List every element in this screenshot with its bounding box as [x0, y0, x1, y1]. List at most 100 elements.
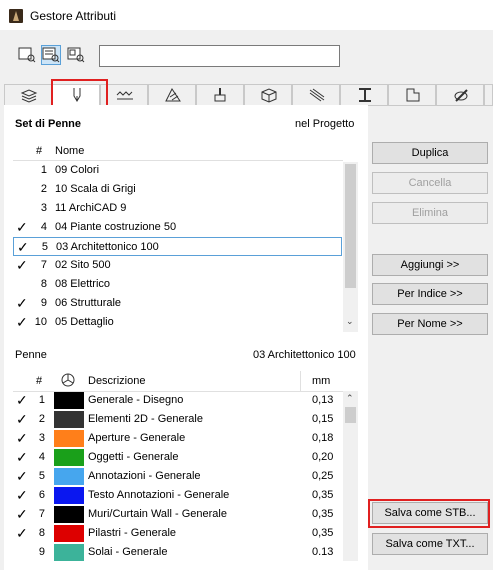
pen-color-swatch[interactable]: [54, 430, 84, 447]
pen-color-swatch[interactable]: [54, 487, 84, 504]
pen-set-name: 02 Sito 500: [55, 259, 111, 271]
pen-checkmark: ✓: [16, 392, 28, 408]
building-material-icon: [261, 88, 277, 103]
by-index-button[interactable]: Per Indice >>: [372, 283, 488, 305]
pen-set-row[interactable]: ✓ 4 04 Piante costruzione 50: [13, 218, 342, 237]
scroll-up-icon[interactable]: ⌃: [346, 393, 354, 404]
tab-composites[interactable]: [292, 84, 340, 105]
pen-sets-label: Set di Penne: [15, 118, 82, 130]
pen-set-row[interactable]: ✓ 7 02 Sito 500: [13, 256, 342, 275]
pen-list: # Descrizione mm ✓ 1 Generale - Disegno 0,1…: [13, 371, 358, 561]
pen-set-index: 2: [40, 183, 47, 195]
pen-set-name: 03 Architettonico 100: [56, 241, 159, 253]
pen-index: 2: [38, 413, 45, 425]
pen-row[interactable]: ✓ 5 Annotazioni - Generale 0,25: [13, 467, 342, 486]
pen-row[interactable]: ✓ 8 Pilastri - Generale 0,35: [13, 524, 342, 543]
tab-layers[interactable]: [4, 84, 52, 105]
pen-set-row[interactable]: 2 10 Scala di Grigi: [13, 180, 342, 199]
pen-row[interactable]: ✓ 7 Muri/Curtain Wall - Generale 0,35: [13, 505, 342, 524]
duplicate-button[interactable]: Duplica: [372, 142, 488, 164]
mercedes-icon[interactable]: [61, 373, 75, 390]
pens-current-set: 03 Architettonico 100: [253, 349, 356, 361]
pen-set-index: 4: [40, 221, 47, 233]
pen-color-swatch[interactable]: [54, 449, 84, 466]
tab-surfaces[interactable]: [196, 84, 244, 105]
pen-description: Solai - Generale: [88, 546, 168, 558]
pen-width-mm: 0,20: [312, 451, 334, 463]
purge-button[interactable]: Elimina: [372, 202, 488, 224]
pen-sets-scope: nel Progetto: [295, 118, 355, 130]
archicad-app-icon: [9, 9, 23, 23]
pen-checkmark: ✓: [16, 525, 28, 541]
line-type-icon: [116, 91, 133, 100]
pen-description: Aperture - Generale: [88, 432, 186, 444]
composite-icon: [309, 88, 325, 102]
pen-row[interactable]: ✓ 3 Aperture - Generale 0,18: [13, 429, 342, 448]
pen-set-name: 04 Piante costruzione 50: [55, 221, 177, 233]
by-name-button[interactable]: Per Nome >>: [372, 313, 488, 335]
pen-color-swatch[interactable]: [54, 392, 84, 409]
pen-description: Muri/Curtain Wall - Generale: [88, 508, 227, 520]
column-header-name[interactable]: Nome: [55, 145, 84, 157]
save-as-txt-button[interactable]: Salva come TXT...: [372, 533, 488, 555]
pen-set-row[interactable]: 8 08 Elettrico: [13, 275, 342, 294]
pen-row[interactable]: ✓ 1 Generale - Disegno 0,13: [13, 391, 342, 410]
pen-checkmark: ✓: [16, 430, 28, 446]
pen-set-name: 08 Elettrico: [55, 278, 111, 290]
pen-set-scrollbar[interactable]: ⌄: [343, 162, 358, 332]
pen-set-scroll-thumb[interactable]: [345, 164, 356, 288]
pen-set-row[interactable]: 3 11 ArchiCAD 9: [13, 199, 342, 218]
search-input[interactable]: [99, 45, 340, 67]
pen-description: Pilastri - Generale: [88, 527, 177, 539]
pen-index: 8: [38, 527, 45, 539]
pen-color-swatch[interactable]: [54, 544, 84, 561]
delete-button[interactable]: Cancella: [372, 172, 488, 194]
pen-scroll-thumb[interactable]: [345, 407, 356, 423]
pen-description: Testo Annotazioni - Generale: [88, 489, 230, 501]
tab-more[interactable]: [484, 84, 493, 105]
pen-color-swatch[interactable]: [54, 411, 84, 428]
window-title: Gestore Attributi: [30, 9, 117, 23]
tab-building-materials[interactable]: [244, 84, 292, 105]
pen-set-row[interactable]: ✓ 5 03 Architettonico 100: [13, 237, 342, 256]
pen-index: 6: [38, 489, 45, 501]
pen-description: Annotazioni - Generale: [88, 470, 201, 482]
pen-width-mm: 0,35: [312, 527, 334, 539]
list-view-icon[interactable]: [17, 45, 37, 65]
tab-zones[interactable]: [388, 84, 436, 105]
pen-row[interactable]: ✓ 6 Testo Annotazioni - Generale 0,35: [13, 486, 342, 505]
pen-row[interactable]: ✓ 4 Oggetti - Generale 0,20: [13, 448, 342, 467]
pen-checkmark: ✓: [16, 411, 28, 427]
title-bar: Gestore Attributi: [0, 0, 493, 30]
pen-color-swatch[interactable]: [54, 525, 84, 542]
pen-color-swatch[interactable]: [54, 468, 84, 485]
pen-checkmark: ✓: [16, 506, 28, 522]
pen-set-index: 1: [40, 164, 47, 176]
column-divider: [300, 371, 301, 391]
pen-set-row[interactable]: ✓ 9 06 Strutturale: [13, 294, 342, 313]
scroll-down-icon[interactable]: ⌄: [346, 316, 354, 327]
pen-color-swatch[interactable]: [54, 506, 84, 523]
pen-set-row[interactable]: 1 09 Colori: [13, 161, 342, 180]
tab-profiles[interactable]: [340, 84, 388, 105]
column-header-num[interactable]: #: [36, 145, 42, 157]
pen-row[interactable]: ✓ 2 Elementi 2D - Generale 0,15: [13, 410, 342, 429]
tab-fills[interactable]: [148, 84, 196, 105]
pen-set-checkmark: ✓: [17, 239, 29, 255]
details-view-icon[interactable]: [41, 45, 61, 65]
pen-row[interactable]: 9 Solai - Generale 0.13: [13, 543, 342, 562]
pen-index: 5: [38, 470, 45, 482]
preview-view-icon[interactable]: [66, 45, 86, 65]
pen-width-mm: 0,25: [312, 470, 334, 482]
tab-materials[interactable]: [436, 84, 484, 105]
pen-width-mm: 0.13: [312, 546, 334, 558]
add-button[interactable]: Aggiungi >>: [372, 254, 488, 276]
pen-index: 9: [38, 546, 45, 558]
pen-scrollbar[interactable]: ⌃: [343, 391, 358, 561]
pen-checkmark: ✓: [16, 468, 28, 484]
pen-column-header-desc[interactable]: Descrizione: [88, 375, 145, 387]
pen-column-header-mm[interactable]: mm: [312, 375, 330, 387]
pen-set-checkmark: ✓: [16, 295, 28, 311]
pen-column-header-num[interactable]: #: [36, 375, 42, 387]
pen-set-row[interactable]: ✓ 10 05 Dettaglio: [13, 313, 342, 332]
